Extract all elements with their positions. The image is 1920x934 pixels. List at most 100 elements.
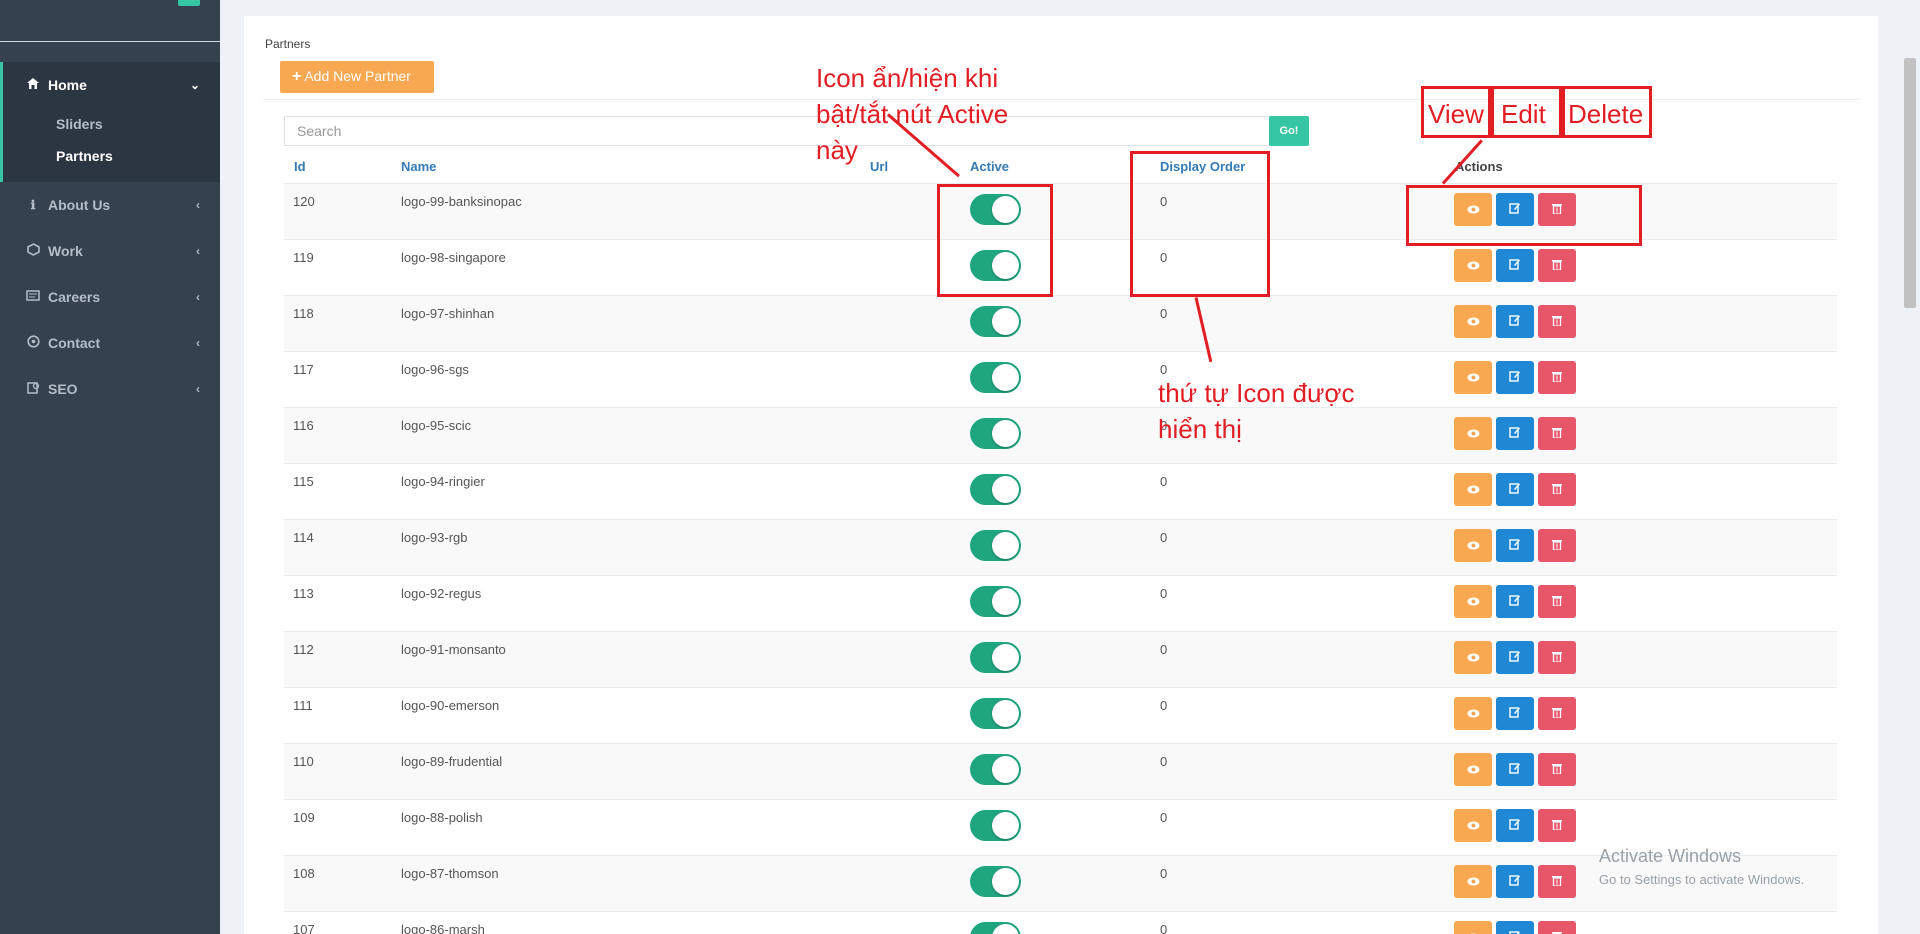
eye-icon <box>1467 258 1480 273</box>
cell-id: 120 <box>293 194 315 209</box>
delete-button[interactable] <box>1538 529 1576 562</box>
edit-button[interactable] <box>1496 809 1534 842</box>
cell-name: logo-98-singapore <box>401 250 506 265</box>
edit-button[interactable] <box>1496 361 1534 394</box>
view-button[interactable] <box>1454 305 1492 338</box>
cell-id: 107 <box>293 922 315 934</box>
view-button[interactable] <box>1454 417 1492 450</box>
cell-display-order: 0 <box>1160 922 1168 934</box>
delete-button[interactable] <box>1538 641 1576 674</box>
delete-button[interactable] <box>1538 585 1576 618</box>
view-button[interactable] <box>1454 753 1492 786</box>
delete-button[interactable] <box>1538 473 1576 506</box>
edit-button[interactable] <box>1496 529 1534 562</box>
toggle-knob <box>992 756 1019 783</box>
chevron-left-icon: ‹ <box>196 382 200 396</box>
view-button[interactable] <box>1454 697 1492 730</box>
view-button[interactable] <box>1454 865 1492 898</box>
active-toggle[interactable] <box>970 586 1021 617</box>
active-toggle[interactable] <box>970 306 1021 337</box>
view-button[interactable] <box>1454 249 1492 282</box>
scrollbar[interactable] <box>1904 58 1916 308</box>
active-toggle[interactable] <box>970 418 1021 449</box>
sidebar-item-seo[interactable]: SEO ‹ <box>0 374 220 404</box>
edit-button[interactable] <box>1496 473 1534 506</box>
annotation-line: Icon ẩn/hiện khi <box>816 63 999 93</box>
edit-button[interactable] <box>1496 641 1534 674</box>
active-toggle[interactable] <box>970 754 1021 785</box>
view-button[interactable] <box>1454 585 1492 618</box>
eye-icon <box>1467 930 1480 934</box>
delete-button[interactable] <box>1538 865 1576 898</box>
delete-button[interactable] <box>1538 809 1576 842</box>
edit-button[interactable] <box>1496 697 1534 730</box>
view-button[interactable] <box>1454 473 1492 506</box>
sidebar-item-work[interactable]: Work ‹ <box>0 236 220 266</box>
sidebar-item-careers[interactable]: Careers ‹ <box>0 282 220 312</box>
sidebar-item-about-us[interactable]: ℹ About Us ‹ <box>0 190 220 220</box>
cell-name: logo-87-thomson <box>401 866 499 881</box>
sidebar-subitem-partners[interactable]: Partners <box>56 148 113 164</box>
edit-button[interactable] <box>1496 249 1534 282</box>
cell-display-order: 0 <box>1160 810 1168 825</box>
edit-button[interactable] <box>1496 753 1534 786</box>
view-button[interactable] <box>1454 361 1492 394</box>
delete-button[interactable] <box>1538 417 1576 450</box>
toggle-knob <box>992 308 1019 335</box>
windows-watermark: Activate Windows Go to Settings to activ… <box>1599 846 1804 887</box>
active-toggle[interactable] <box>970 866 1021 897</box>
annotation-active-note: Icon ẩn/hiện khi bật/tắt nút Active này <box>816 60 1008 168</box>
active-toggle[interactable] <box>970 922 1021 934</box>
edit-button[interactable] <box>1496 417 1534 450</box>
info-icon: ℹ <box>30 198 36 212</box>
search-input[interactable] <box>284 116 1270 146</box>
trash-icon <box>1552 258 1562 273</box>
delete-button[interactable] <box>1538 249 1576 282</box>
cell-id: 114 <box>293 530 314 545</box>
edit-button[interactable] <box>1496 305 1534 338</box>
view-button[interactable] <box>1454 809 1492 842</box>
go-button[interactable]: Go! <box>1269 116 1309 146</box>
sidebar-subitem-sliders[interactable]: Sliders <box>56 116 103 132</box>
active-toggle[interactable] <box>970 530 1021 561</box>
active-toggle[interactable] <box>970 810 1021 841</box>
eye-icon <box>1467 538 1480 553</box>
add-new-partner-button[interactable]: + Add New Partner <box>280 61 434 93</box>
column-header-name[interactable]: Name <box>401 159 436 174</box>
edit-button[interactable] <box>1496 921 1534 934</box>
active-toggle[interactable] <box>970 698 1021 729</box>
table-row: 111 logo-90-emerson 0 <box>284 687 1837 743</box>
view-button[interactable] <box>1454 641 1492 674</box>
view-button[interactable] <box>1454 529 1492 562</box>
eye-icon <box>1467 874 1480 889</box>
annotation-line: thứ tự Icon được <box>1158 378 1355 408</box>
active-toggle[interactable] <box>970 474 1021 505</box>
trash-icon <box>1552 930 1562 934</box>
active-toggle[interactable] <box>970 642 1021 673</box>
toggle-knob <box>992 588 1019 615</box>
cell-id: 111 <box>293 698 313 713</box>
view-button[interactable] <box>1454 921 1492 934</box>
delete-button[interactable] <box>1538 921 1576 934</box>
delete-button[interactable] <box>1538 753 1576 786</box>
cell-id: 113 <box>293 586 314 601</box>
cell-id: 119 <box>293 250 314 265</box>
edit-icon <box>1509 426 1521 441</box>
cell-name: logo-94-ringier <box>401 474 485 489</box>
edit-icon <box>1509 706 1521 721</box>
sidebar-item-contact[interactable]: Contact ‹ <box>0 328 220 358</box>
table-row: 114 logo-93-rgb 0 <box>284 519 1837 575</box>
edit-button[interactable] <box>1496 865 1534 898</box>
delete-button[interactable] <box>1538 305 1576 338</box>
delete-button[interactable] <box>1538 361 1576 394</box>
edit-button[interactable] <box>1496 585 1534 618</box>
cell-id: 112 <box>293 642 314 657</box>
active-toggle[interactable] <box>970 362 1021 393</box>
cell-display-order: 0 <box>1160 754 1168 769</box>
sidebar-item-home[interactable]: Home ⌄ <box>0 70 220 100</box>
annotation-box-active <box>937 184 1053 297</box>
user-area <box>0 0 220 42</box>
cell-name: logo-96-sgs <box>401 362 469 377</box>
column-header-id[interactable]: Id <box>294 159 306 174</box>
delete-button[interactable] <box>1538 697 1576 730</box>
